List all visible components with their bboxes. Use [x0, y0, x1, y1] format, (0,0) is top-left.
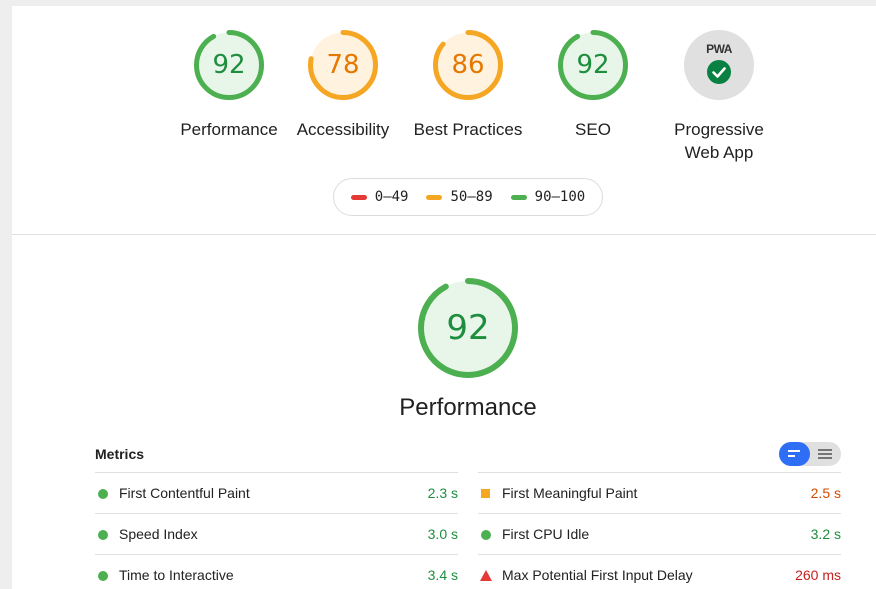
metric-row: Speed Index 3.0 s	[95, 513, 458, 554]
gauge-ring: 92	[194, 30, 264, 100]
legend-range: 90–100	[534, 189, 586, 205]
metric-value: 2.3 s	[427, 485, 458, 501]
metric-value: 3.2 s	[810, 526, 841, 542]
legend-item-pass: 90–100	[510, 189, 586, 205]
metric-row: First Meaningful Paint 2.5 s	[478, 472, 841, 513]
metrics-column-right: First Meaningful Paint 2.5 s First CPU I…	[478, 472, 841, 589]
pass-indicator-icon	[98, 571, 108, 581]
legend-range: 50–89	[450, 189, 493, 205]
gauge-score: 92	[212, 50, 246, 80]
text-view-icon	[818, 449, 832, 459]
gauge-ring: 86	[433, 30, 503, 100]
metric-value: 2.5 s	[810, 485, 841, 501]
metric-value: 3.0 s	[427, 526, 458, 542]
gauge-performance[interactable]: 92 Performance	[169, 30, 289, 141]
metric-name: Max Potential First Input Delay	[502, 567, 693, 583]
gauge-accessibility[interactable]: 78 Accessibility	[283, 30, 403, 141]
gauge-score: 78	[326, 50, 360, 80]
gauge-ring: 92	[558, 30, 628, 100]
gauge-best-practices[interactable]: 86 Best Practices	[408, 30, 528, 141]
pass-indicator-icon	[98, 530, 108, 540]
pwa-logo: PWA	[706, 42, 732, 56]
metrics-view-toggle[interactable]	[779, 442, 841, 466]
metric-name: First Contentful Paint	[119, 485, 250, 501]
metric-row: First Contentful Paint 2.3 s	[95, 472, 458, 513]
legend-range: 0–49	[374, 189, 409, 205]
gauge-label: Best Practices	[413, 120, 523, 139]
metric-row: Max Potential First Input Delay 260 ms	[478, 554, 841, 589]
pwa-badge: PWA	[684, 30, 754, 100]
metric-name: First CPU Idle	[502, 526, 590, 542]
main-gauge-score: 92	[446, 308, 490, 348]
list-view-icon	[788, 450, 800, 457]
legend-swatch	[510, 194, 527, 200]
metrics-title: Metrics	[95, 446, 145, 462]
gauge-pwa[interactable]: PWA Progressive Web App	[659, 30, 779, 164]
metric-name: Time to Interactive	[119, 567, 234, 583]
section-divider	[12, 234, 876, 235]
metric-name: Speed Index	[119, 526, 198, 542]
main-gauge-label: Performance	[399, 394, 537, 421]
gauge-ring: 78	[308, 30, 378, 100]
metrics-header: Metrics	[95, 442, 841, 472]
legend-swatch	[426, 194, 443, 200]
pass-indicator-icon	[98, 489, 108, 499]
gauge-label: Performance	[180, 120, 278, 139]
average-indicator-icon	[481, 489, 490, 498]
legend-swatch	[350, 194, 367, 200]
lighthouse-report: 92 Performance 78 Accessibility 86 Best …	[12, 6, 876, 589]
pass-indicator-icon	[481, 530, 491, 540]
metric-value: 260 ms	[795, 567, 841, 583]
text-view-button[interactable]	[810, 442, 841, 466]
gauge-seo[interactable]: 92 SEO	[533, 30, 653, 141]
main-performance-gauge: 92	[418, 278, 518, 378]
gauge-label: SEO	[575, 120, 611, 139]
legend-item-fail: 0–49	[350, 189, 409, 205]
fail-indicator-icon	[480, 570, 492, 581]
legend-item-average: 50–89	[426, 189, 493, 205]
check-circle-icon	[707, 60, 731, 84]
metric-row: First CPU Idle 3.2 s	[478, 513, 841, 554]
metric-row: Time to Interactive 3.4 s	[95, 554, 458, 589]
gauge-score: 86	[451, 50, 485, 80]
gauge-label: Accessibility	[296, 120, 390, 139]
score-legend: 0–49 50–89 90–100	[333, 178, 603, 216]
gauge-score: 92	[576, 50, 610, 80]
gauge-label: Progressive Web App	[674, 120, 764, 162]
category-gauges: 92 Performance 78 Accessibility 86 Best …	[12, 30, 876, 170]
metric-name: First Meaningful Paint	[502, 485, 638, 501]
metric-value: 3.4 s	[427, 567, 458, 583]
list-view-button[interactable]	[779, 442, 810, 466]
metrics-column-left: First Contentful Paint 2.3 s Speed Index…	[95, 472, 458, 589]
